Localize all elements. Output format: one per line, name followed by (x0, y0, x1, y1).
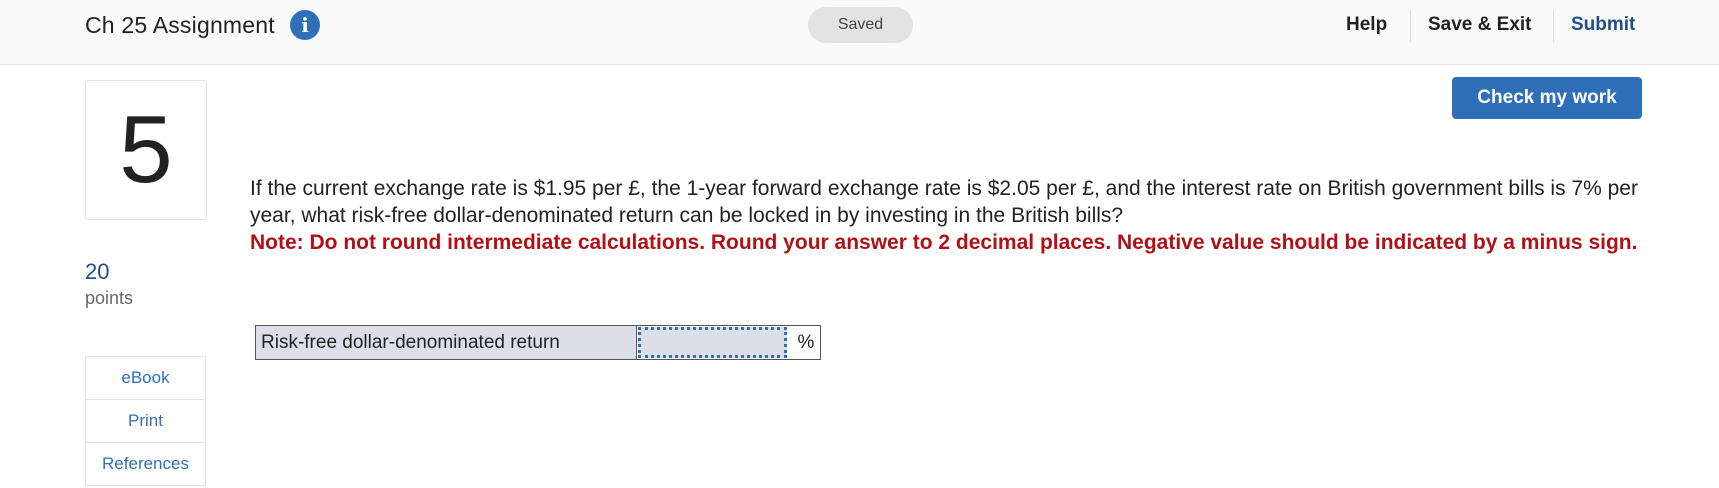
save-exit-link[interactable]: Save & Exit (1428, 14, 1532, 36)
ebook-button[interactable]: eBook (85, 356, 206, 400)
answer-table: Risk-free dollar-denominated return % (255, 325, 821, 360)
top-bar: Ch 25 Assignment i Saved Help Save & Exi… (0, 0, 1719, 65)
question-text: If the current exchange rate is $1.95 pe… (250, 177, 1638, 227)
nav-divider (1410, 10, 1411, 42)
nav-divider (1553, 10, 1554, 42)
answer-label: Risk-free dollar-denominated return (256, 326, 637, 359)
question-number: 5 (85, 80, 207, 220)
info-icon[interactable]: i (290, 10, 320, 40)
help-link[interactable]: Help (1346, 14, 1387, 36)
answer-unit: % (797, 332, 815, 353)
question-note: Note: Do not round intermediate calculat… (250, 231, 1638, 254)
submit-link[interactable]: Submit (1571, 14, 1635, 36)
answer-input[interactable] (638, 327, 787, 358)
saved-status-badge: Saved (808, 7, 913, 43)
print-button[interactable]: Print (85, 400, 206, 443)
assignment-title: Ch 25 Assignment (85, 12, 275, 38)
points-label: points (85, 288, 134, 308)
points-value: 20 (85, 259, 110, 284)
check-my-work-button[interactable]: Check my work (1452, 77, 1642, 119)
tools-panel: eBook Print References (85, 356, 206, 486)
references-button[interactable]: References (85, 443, 206, 486)
